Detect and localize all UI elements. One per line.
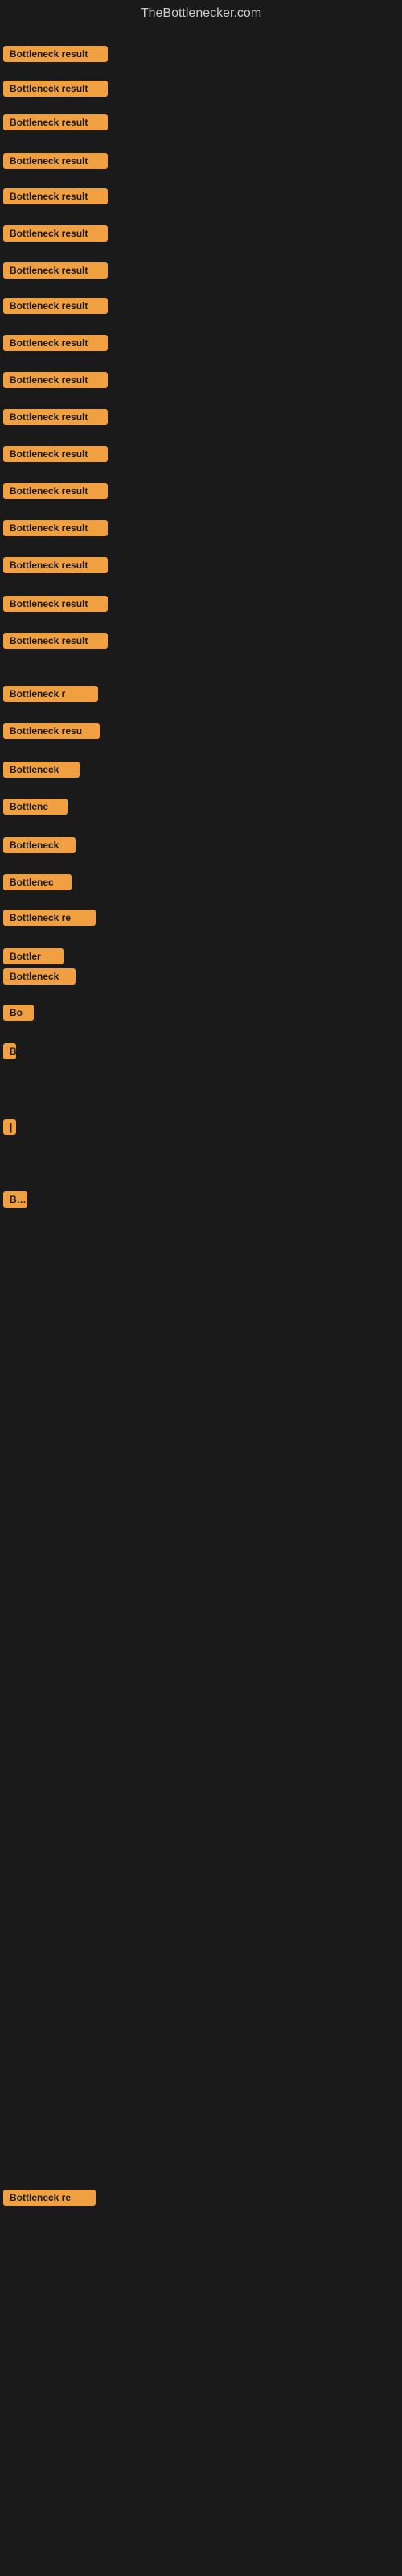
bottleneck-row-8: Bottleneck result: [3, 298, 108, 318]
bottleneck-row-5: Bottleneck result: [3, 188, 108, 208]
bottleneck-badge: Bottleneck result: [3, 483, 108, 499]
bottleneck-row-12: Bottleneck result: [3, 446, 108, 466]
bottleneck-badge: |: [3, 1119, 16, 1135]
bottleneck-row-17: Bottleneck result: [3, 633, 108, 653]
bottleneck-badge: Bottleneck result: [3, 114, 108, 130]
bottleneck-row-2: Bottleneck result: [3, 80, 108, 101]
bottleneck-row-31: Bottleneck re: [3, 2190, 96, 2210]
bottleneck-row-13: Bottleneck result: [3, 483, 108, 503]
bottleneck-badge: Bottleneck result: [3, 596, 108, 612]
bottleneck-badge: Bottleneck result: [3, 372, 108, 388]
bottleneck-badge: Bottleneck: [3, 968, 76, 985]
bottleneck-badge: Bottleneck result: [3, 298, 108, 314]
bottleneck-row-6: Bottleneck result: [3, 225, 108, 246]
bottleneck-row-14: Bottleneck result: [3, 520, 108, 540]
bottleneck-row-27: Bo: [3, 1005, 34, 1025]
bottleneck-badge: Bottleneck result: [3, 225, 108, 242]
bottleneck-row-25: Bottler: [3, 948, 64, 968]
bottleneck-row-20: Bottleneck: [3, 762, 80, 782]
bottleneck-badge: Bottlenec: [3, 874, 72, 890]
bottleneck-badge: Bottleneck result: [3, 188, 108, 204]
bottleneck-badge: Bottlene: [3, 799, 68, 815]
bottleneck-badge: Bottleneck result: [3, 557, 108, 573]
bottleneck-row-1: Bottleneck result: [3, 46, 108, 66]
bottleneck-badge: Bottleneck re: [3, 910, 96, 926]
bottleneck-row-26: Bottleneck: [3, 968, 76, 989]
bottleneck-badge: Bottleneck r: [3, 686, 98, 702]
bottleneck-badge: Bottleneck re: [3, 2190, 96, 2206]
site-title: TheBottlenecker.com: [0, 0, 402, 24]
bottleneck-badge: Bottleneck result: [3, 446, 108, 462]
bottleneck-row-11: Bottleneck result: [3, 409, 108, 429]
bottleneck-badge: Bot: [3, 1191, 27, 1208]
bottleneck-row-15: Bottleneck result: [3, 557, 108, 577]
bottleneck-row-3: Bottleneck result: [3, 114, 108, 134]
bottleneck-badge: Bottleneck result: [3, 153, 108, 169]
bottleneck-row-4: Bottleneck result: [3, 153, 108, 173]
bottleneck-row-16: Bottleneck result: [3, 596, 108, 616]
bottleneck-badge: Bottleneck result: [3, 409, 108, 425]
bottleneck-badge: Bottleneck result: [3, 335, 108, 351]
bottleneck-row-18: Bottleneck r: [3, 686, 98, 706]
bottleneck-badge: Bottleneck result: [3, 80, 108, 97]
bottleneck-badge: Bottleneck resu: [3, 723, 100, 739]
bottleneck-badge: Bottleneck result: [3, 633, 108, 649]
bottleneck-row-9: Bottleneck result: [3, 335, 108, 355]
bottleneck-badge: Bo: [3, 1005, 34, 1021]
bottleneck-badge: Bottleneck: [3, 762, 80, 778]
bottleneck-row-10: Bottleneck result: [3, 372, 108, 392]
bottleneck-badge: Bottleneck result: [3, 262, 108, 279]
bottleneck-badge: Bottleneck: [3, 837, 76, 853]
bottleneck-row-19: Bottleneck resu: [3, 723, 100, 743]
bottleneck-row-7: Bottleneck result: [3, 262, 108, 283]
bottleneck-row-24: Bottleneck re: [3, 910, 96, 930]
bottleneck-badge: Bottleneck result: [3, 46, 108, 62]
bottleneck-row-22: Bottleneck: [3, 837, 76, 857]
bottleneck-badge: Bottler: [3, 948, 64, 964]
bottleneck-row-30: Bot: [3, 1191, 27, 1212]
bottleneck-badge: Bottleneck result: [3, 520, 108, 536]
bottleneck-badge: B: [3, 1043, 16, 1059]
bottleneck-row-29: |: [3, 1119, 16, 1139]
bottleneck-row-23: Bottlenec: [3, 874, 72, 894]
bottleneck-row-21: Bottlene: [3, 799, 68, 819]
bottleneck-row-28: B: [3, 1043, 16, 1063]
